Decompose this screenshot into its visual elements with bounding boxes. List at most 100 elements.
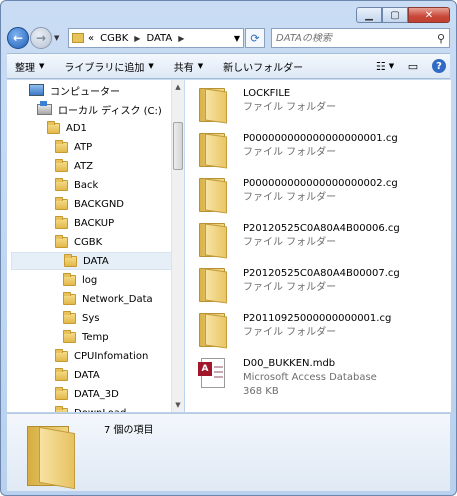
tree-item[interactable]: Network_Data bbox=[63, 290, 153, 308]
navigation-scrollbar[interactable]: ▲ ▼ bbox=[171, 80, 184, 412]
file-type: Microsoft Access Database bbox=[243, 372, 377, 383]
folder-icon bbox=[63, 310, 76, 324]
folder-icon bbox=[55, 367, 68, 381]
explorer-window: ▁ ▢ ✕ ← → ▼ « CGBK ▶ DATA ▶ ▼ ⟳ ⚲ 整理 ▼ ラ… bbox=[0, 0, 457, 496]
tree-item-label: Sys bbox=[82, 312, 100, 324]
tree-item-label: ローカル ディスク (C:) bbox=[58, 105, 162, 117]
tree-item[interactable]: DATA bbox=[55, 366, 100, 384]
close-button[interactable]: ✕ bbox=[408, 7, 450, 23]
list-item[interactable]: P000000000000000000001.cg ファイル フォルダー bbox=[195, 131, 398, 169]
scroll-up-icon[interactable]: ▲ bbox=[172, 80, 184, 94]
recent-pages-dropdown[interactable]: ▼ bbox=[54, 34, 64, 42]
tree-item-label: Network_Data bbox=[82, 293, 153, 305]
folder-icon bbox=[55, 234, 68, 248]
address-bar[interactable]: « CGBK ▶ DATA ▶ ▼ bbox=[68, 28, 244, 48]
tree-item[interactable]: CPUInfomation bbox=[55, 347, 148, 365]
folder-icon bbox=[55, 196, 68, 210]
breadcrumb-data[interactable]: DATA bbox=[146, 33, 172, 44]
tree-item-label: DATA_3D bbox=[74, 388, 119, 400]
help-icon[interactable]: ? bbox=[432, 59, 446, 73]
file-name: P20110925000000000001.cg bbox=[243, 313, 392, 324]
breadcrumb-arrow-icon[interactable]: ▶ bbox=[178, 34, 184, 43]
tree-item[interactable]: ATP bbox=[55, 138, 92, 156]
scroll-down-icon[interactable]: ▼ bbox=[172, 398, 184, 412]
file-size: 368 KB bbox=[243, 386, 279, 397]
file-name: P20120525C0A80A4B00006.cg bbox=[243, 223, 400, 234]
organize-button[interactable]: 整理 ▼ bbox=[15, 59, 44, 74]
item-count: 7 個の項目 bbox=[104, 425, 154, 436]
search-box[interactable]: ⚲ bbox=[271, 28, 450, 48]
tree-item-label: DATA bbox=[74, 369, 100, 381]
breadcrumb-arrow-icon[interactable]: ▶ bbox=[134, 34, 140, 43]
folder-icon bbox=[195, 221, 229, 259]
command-bar: 整理 ▼ ライブラリに追加 ▼ 共有 ▼ 新しいフォルダー ☷ ▼ ▭ ? bbox=[7, 53, 450, 79]
add-to-library-label: ライブラリに追加 bbox=[64, 62, 145, 74]
tree-item[interactable]: ATZ bbox=[55, 157, 93, 175]
tree-item[interactable]: AD1 bbox=[47, 119, 87, 137]
file-type: ファイル フォルダー bbox=[243, 237, 337, 248]
folder-icon bbox=[195, 86, 229, 124]
tree-item-label: DATA bbox=[83, 255, 109, 267]
breadcrumb-overflow[interactable]: « bbox=[88, 33, 94, 44]
tree-item-label: Back bbox=[74, 179, 99, 191]
scroll-thumb[interactable] bbox=[173, 122, 183, 170]
folder-icon bbox=[55, 177, 68, 191]
view-options-button[interactable]: ☷ ▼ bbox=[376, 58, 394, 74]
preview-pane-button[interactable]: ▭ bbox=[404, 58, 422, 74]
tree-item-label: ATZ bbox=[74, 160, 94, 172]
folder-icon bbox=[55, 405, 68, 412]
list-item[interactable]: P20120525C0A80A4B00006.cg ファイル フォルダー bbox=[195, 221, 400, 259]
tree-item[interactable]: DownLoad bbox=[55, 404, 126, 412]
file-type: ファイル フォルダー bbox=[243, 282, 337, 293]
list-item[interactable]: P20110925000000000001.cg ファイル フォルダー bbox=[195, 311, 392, 349]
address-dropdown-icon[interactable]: ▼ bbox=[234, 34, 240, 43]
minimize-button[interactable]: ▁ bbox=[356, 7, 382, 23]
tree-item[interactable]: CGBK bbox=[55, 233, 102, 251]
chevron-down-icon: ▼ bbox=[197, 62, 204, 70]
tree-item[interactable]: DATA bbox=[11, 252, 177, 270]
tree-item[interactable]: コンピューター bbox=[29, 81, 120, 99]
tree-item[interactable]: BACKUP bbox=[55, 214, 114, 232]
search-icon[interactable]: ⚲ bbox=[437, 32, 445, 45]
folder-icon bbox=[47, 120, 60, 134]
tree-item[interactable]: Temp bbox=[63, 328, 109, 346]
list-item[interactable]: P000000000000000000002.cg ファイル フォルダー bbox=[195, 176, 398, 214]
tree-item-label: Temp bbox=[82, 331, 109, 343]
folder-icon bbox=[64, 253, 77, 267]
forward-button[interactable]: → bbox=[30, 27, 52, 49]
tree-item[interactable]: DATA_3D bbox=[55, 385, 119, 403]
share-button[interactable]: 共有 ▼ bbox=[174, 59, 203, 74]
computer-icon bbox=[29, 84, 44, 96]
tree-item[interactable]: ローカル ディスク (C:) bbox=[37, 100, 162, 118]
chevron-down-icon: ▼ bbox=[148, 62, 154, 70]
tree-item[interactable]: Sys bbox=[63, 309, 99, 327]
tree-item-label: DownLoad bbox=[74, 408, 126, 413]
folder-icon bbox=[195, 311, 229, 349]
list-item[interactable]: P20120525C0A80A4B00007.cg ファイル フォルダー bbox=[195, 266, 400, 304]
new-folder-button[interactable]: 新しいフォルダー bbox=[223, 59, 303, 74]
tree-item[interactable]: BACKGND bbox=[55, 195, 124, 213]
tree-item-label: AD1 bbox=[66, 122, 87, 134]
folder-icon bbox=[55, 158, 68, 172]
folder-icon bbox=[72, 33, 84, 43]
add-to-library-button[interactable]: ライブラリに追加 ▼ bbox=[64, 59, 153, 74]
breadcrumb-cgbk[interactable]: CGBK bbox=[100, 33, 128, 44]
tree-item[interactable]: log bbox=[63, 271, 97, 289]
file-list: LOCKFILE ファイル フォルダー P000000000000000000001… bbox=[185, 80, 451, 412]
folder-icon bbox=[23, 422, 79, 490]
list-item[interactable]: LOCKFILE ファイル フォルダー bbox=[195, 86, 336, 124]
refresh-button[interactable]: ⟳ bbox=[245, 28, 265, 48]
folder-icon bbox=[55, 348, 68, 362]
folder-icon bbox=[63, 291, 76, 305]
address-row: ← → ▼ « CGBK ▶ DATA ▶ ▼ ⟳ ⚲ bbox=[7, 26, 450, 50]
maximize-button[interactable]: ▢ bbox=[382, 7, 408, 23]
list-item[interactable]: A D00_BUKKEN.mdb Microsoft Access Database… bbox=[195, 356, 377, 399]
navigation-pane: コンピューターローカル ディスク (C:) AD1 ATP ATZ Back BACKGN… bbox=[7, 80, 184, 412]
search-input[interactable] bbox=[276, 32, 437, 44]
tree-item[interactable]: Back bbox=[55, 176, 98, 194]
file-type: ファイル フォルダー bbox=[243, 147, 337, 158]
back-button[interactable]: ← bbox=[7, 27, 29, 49]
tree-item-label: BACKUP bbox=[74, 217, 115, 229]
folder-icon bbox=[63, 272, 76, 286]
file-name: LOCKFILE bbox=[243, 88, 291, 99]
